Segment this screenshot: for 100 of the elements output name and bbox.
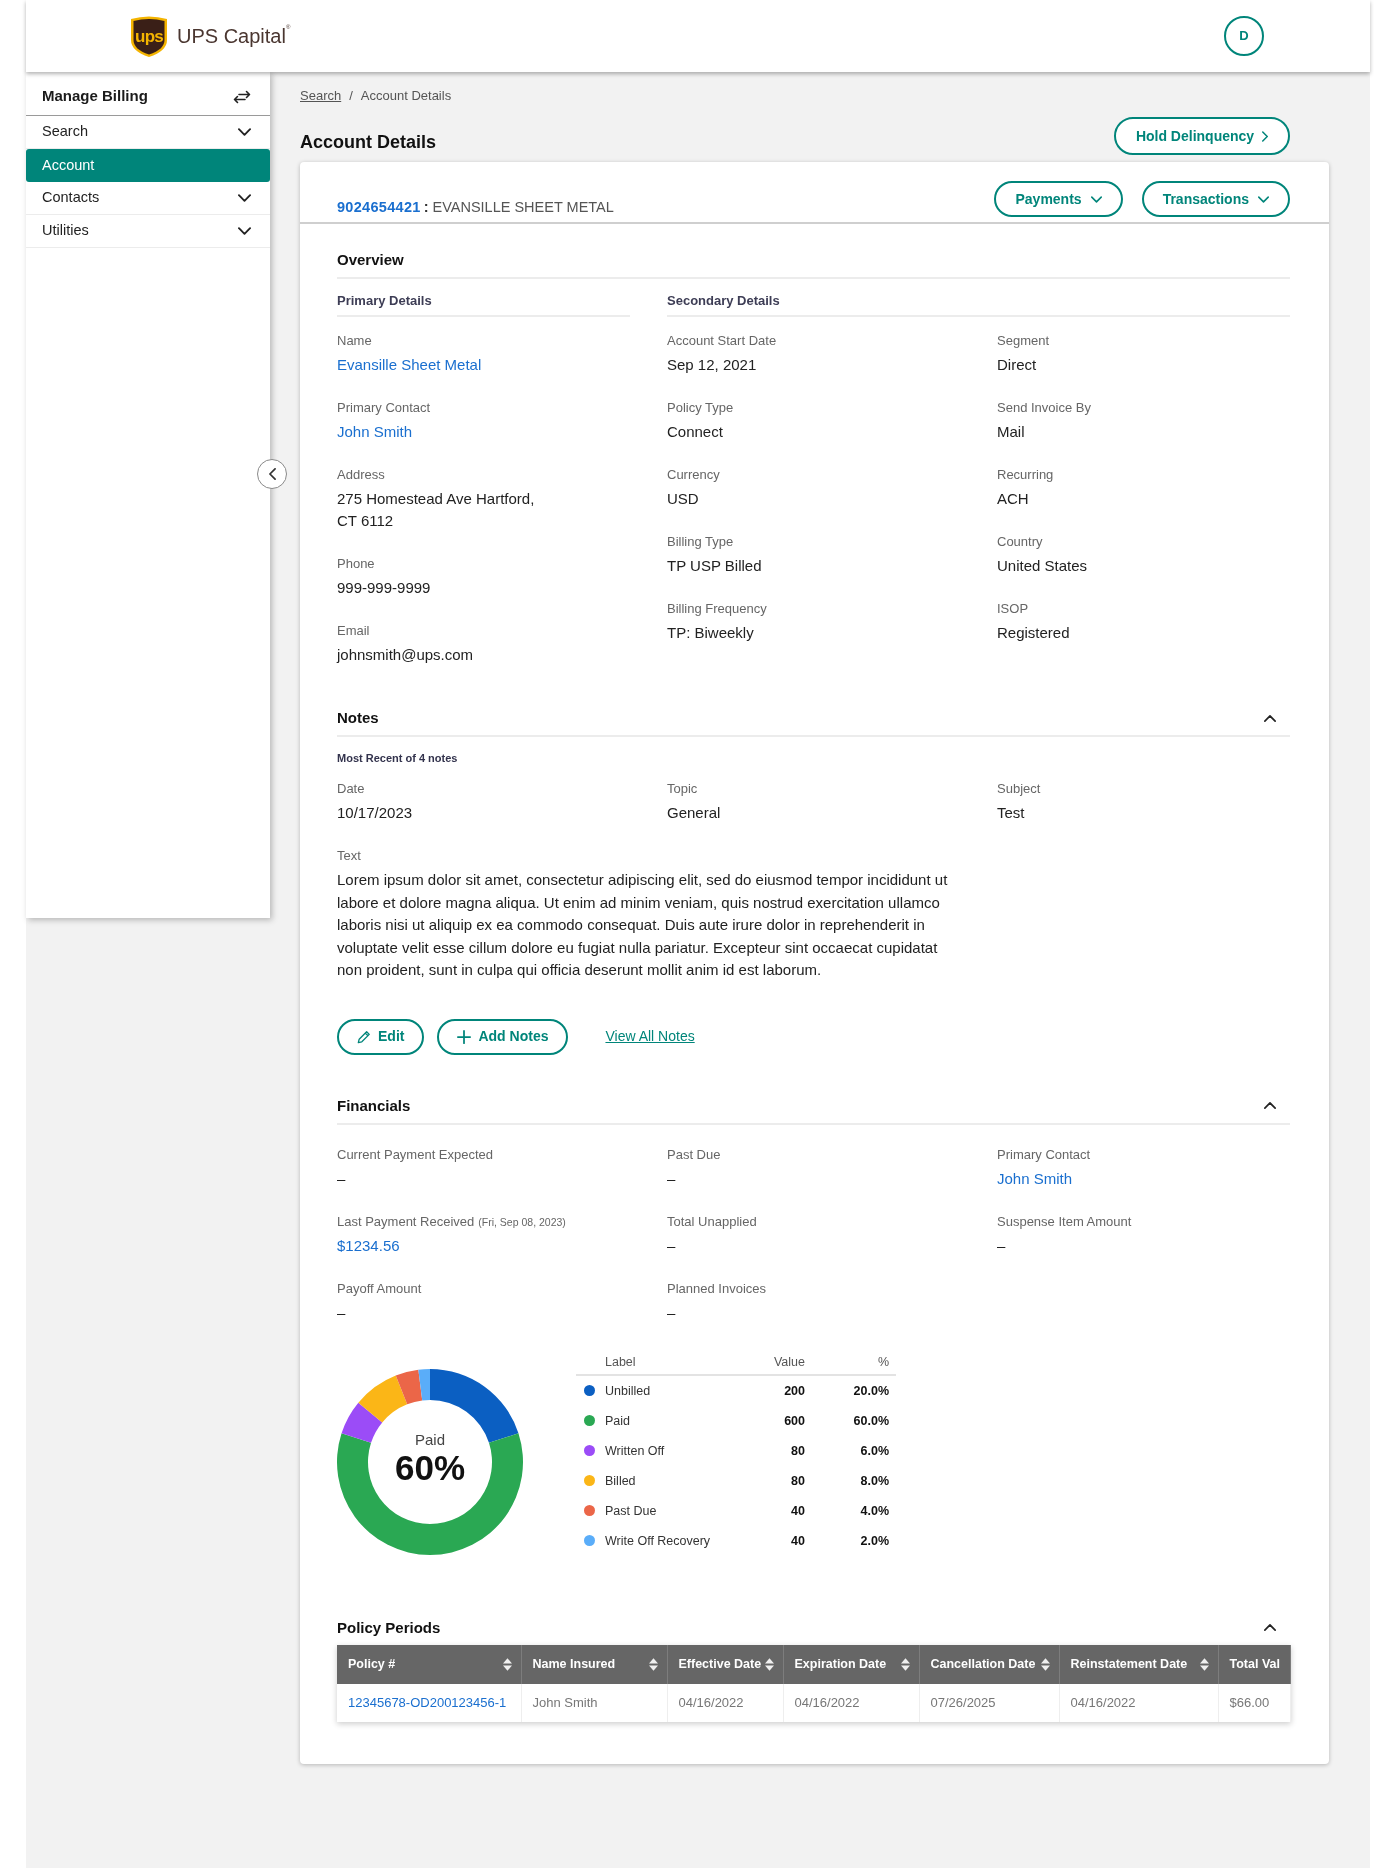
field-label: ISOP — [997, 601, 1029, 617]
field-label: Topic — [667, 781, 698, 797]
field-value: – — [337, 1302, 346, 1323]
column-header[interactable]: Expiration Date — [783, 1644, 919, 1684]
sidebar-item[interactable]: Account — [26, 149, 270, 182]
column-header[interactable]: Effective Date — [667, 1644, 783, 1684]
breadcrumb-separator: / — [349, 88, 353, 104]
column-header: % — [877, 1354, 889, 1369]
table-cell: 07/26/2025 — [919, 1683, 1059, 1722]
chevron-up-icon[interactable] — [1264, 714, 1276, 722]
column-header: Value — [773, 1354, 805, 1369]
legend-value: 40 — [791, 1503, 805, 1518]
field-value: 999-999-9999 — [337, 578, 431, 598]
chevron-right-icon — [1262, 130, 1269, 142]
view-all-notes-link[interactable]: View All Notes — [605, 1026, 695, 1048]
policy-link[interactable]: 12345678-OD200123456-1 — [348, 1695, 507, 1711]
account-number: 9024654421 — [337, 198, 421, 216]
field-value: Direct — [997, 355, 1037, 375]
legend-label: Write Off Recovery — [605, 1533, 711, 1548]
legend-value: 80 — [791, 1473, 805, 1488]
sort-icon — [1040, 1657, 1050, 1671]
chart-center-value: 60% — [394, 1448, 466, 1487]
column-header: Label — [605, 1354, 636, 1369]
note-action-button[interactable]: Add Notes — [437, 1018, 569, 1055]
chevron-down-icon — [1090, 195, 1102, 203]
legend-value: 600 — [784, 1413, 805, 1428]
field-note: (Fri, Sep 08, 2023) — [478, 1214, 566, 1230]
legend-label: Unbilled — [605, 1383, 651, 1398]
column-header[interactable]: Name Insured — [521, 1644, 667, 1684]
account-separator: : — [423, 198, 429, 216]
field-value: General — [667, 803, 721, 823]
field-label: Segment — [997, 333, 1050, 349]
legend-percent: 4.0% — [860, 1503, 889, 1518]
sort-icon — [502, 1657, 512, 1671]
field-label: Primary Contact — [337, 400, 431, 416]
field-label: Text — [337, 848, 361, 864]
field-value: 10/17/2023 — [337, 803, 413, 823]
chevron-down-icon — [238, 194, 251, 202]
legend-value: 80 — [791, 1443, 805, 1458]
sort-icon — [765, 1657, 775, 1671]
legend-percent: 6.0% — [860, 1443, 889, 1458]
section-title: Notes — [337, 708, 379, 728]
legend-percent: 20.0% — [853, 1383, 889, 1398]
legend-label: Past Due — [605, 1503, 657, 1518]
legend-value: 40 — [791, 1533, 805, 1548]
field-label: Total Unapplied — [667, 1213, 757, 1230]
chevron-down-icon — [238, 128, 251, 136]
page-title: Account Details — [300, 131, 437, 154]
column-header[interactable]: Policy # — [337, 1644, 521, 1684]
field-link[interactable]: Evansille Sheet Metal — [337, 354, 482, 376]
user-avatar[interactable]: D — [1224, 16, 1264, 56]
field-label: Suspense Item Amount — [997, 1213, 1132, 1230]
field-value: – — [667, 1168, 676, 1189]
field-value: ACH — [997, 489, 1029, 509]
account-name: EVANSILLE SHEET METAL — [432, 198, 614, 216]
field-label: Current Payment Expected — [337, 1146, 494, 1163]
section-title: Overview — [337, 250, 404, 270]
field-value: Registered — [997, 623, 1070, 643]
sidebar-item[interactable]: Utilities — [26, 215, 270, 248]
dropdown-button[interactable]: Transactions — [1141, 181, 1290, 217]
sidebar-item[interactable]: Contacts — [26, 182, 270, 215]
field-link[interactable]: $1234.56 — [337, 1234, 400, 1257]
field-value: United States — [997, 556, 1088, 576]
field-value: 275 Homestead Ave Hartford, CT 6112 — [337, 489, 536, 531]
field-label: Recurring — [997, 467, 1054, 483]
column-header[interactable]: Cancellation Date — [919, 1644, 1059, 1684]
legend-percent: 2.0% — [860, 1533, 889, 1548]
table-cell: John Smith — [521, 1683, 667, 1722]
sort-icon — [900, 1657, 910, 1671]
field-label: Past Due — [667, 1146, 721, 1163]
dropdown-button[interactable]: Payments — [994, 181, 1123, 217]
column-header[interactable]: Reinstatement Date — [1059, 1644, 1218, 1684]
field-label: Name — [337, 333, 372, 349]
field-label: Send Invoice By — [997, 400, 1091, 416]
sort-icon — [648, 1657, 658, 1671]
plus-icon — [457, 1029, 472, 1044]
field-label: Account Start Date — [667, 333, 777, 349]
sort-icon — [1199, 1657, 1209, 1671]
chevron-left-icon — [268, 468, 276, 480]
chevron-down-icon — [238, 227, 251, 235]
field-label: Payoff Amount — [337, 1280, 422, 1297]
field-label: Phone — [337, 556, 375, 572]
field-value: Test — [997, 803, 1025, 823]
section-title: Policy Periods — [337, 1617, 441, 1638]
field-link[interactable]: John Smith — [337, 421, 413, 443]
column-header: Total Val — [1218, 1644, 1290, 1684]
hold-delinquency-button[interactable]: Hold Delinquency — [1114, 117, 1290, 155]
field-label: Policy Type — [667, 400, 734, 416]
pencil-icon — [357, 1029, 371, 1044]
field-value: Mail — [997, 422, 1025, 442]
breadcrumb-link[interactable]: Search — [300, 88, 342, 104]
chevron-up-icon[interactable] — [1264, 1102, 1276, 1110]
notes-summary: Most Recent of 4 notes — [337, 751, 458, 765]
chevron-up-icon[interactable] — [1264, 1624, 1276, 1632]
field-link[interactable]: John Smith — [997, 1167, 1073, 1190]
swap-arrows-icon[interactable] — [233, 89, 251, 104]
field-label: Currency — [667, 467, 720, 483]
section-title: Financials — [337, 1095, 411, 1116]
note-action-button[interactable]: Edit — [337, 1018, 425, 1055]
field-value: – — [667, 1235, 676, 1256]
